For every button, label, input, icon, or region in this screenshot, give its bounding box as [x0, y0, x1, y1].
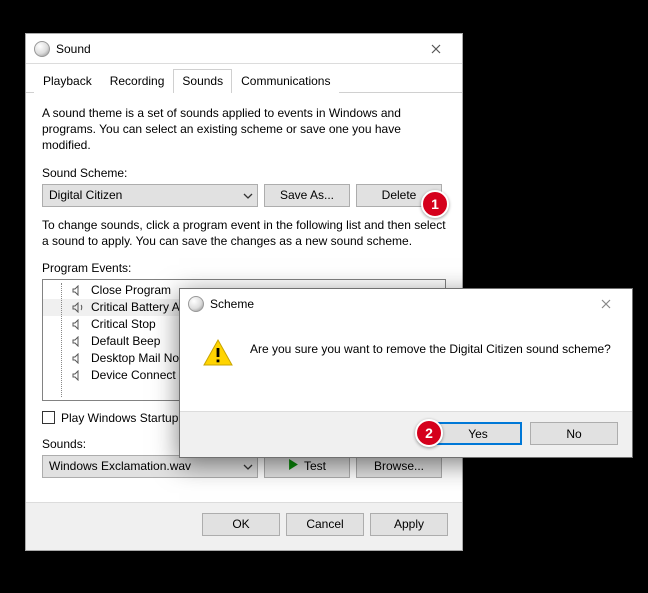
scheme-title: Scheme	[210, 297, 586, 311]
callout-badge-2: 2	[415, 419, 443, 447]
event-label: Desktop Mail No	[91, 351, 179, 365]
event-label: Device Connect	[91, 368, 176, 382]
yes-button[interactable]: Yes	[434, 422, 522, 445]
sound-title: Sound	[56, 42, 416, 56]
save-as-button[interactable]: Save As...	[264, 184, 350, 207]
sound-scheme-value: Digital Citizen	[49, 188, 122, 202]
speaker-icon	[71, 301, 85, 313]
callout-badge-1: 1	[421, 190, 449, 218]
theme-description: A sound theme is a set of sounds applied…	[42, 105, 446, 154]
speaker-icon	[71, 335, 85, 347]
speaker-icon	[71, 318, 85, 330]
tab-strip: Playback Recording Sounds Communications	[26, 64, 462, 93]
ok-button[interactable]: OK	[202, 513, 280, 536]
tab-playback[interactable]: Playback	[34, 69, 101, 93]
scheme-titlebar[interactable]: Scheme	[180, 289, 632, 319]
test-button[interactable]: Test	[264, 455, 350, 478]
browse-button[interactable]: Browse...	[356, 455, 442, 478]
speaker-icon	[71, 284, 85, 296]
sounds-dropdown[interactable]: Windows Exclamation.wav	[42, 455, 258, 478]
scheme-message: Are you sure you want to remove the Digi…	[250, 337, 611, 357]
event-label: Default Beep	[91, 334, 160, 348]
scheme-app-icon	[188, 296, 204, 312]
event-label: Critical Battery Al	[91, 300, 182, 314]
event-label: Close Program	[91, 283, 171, 297]
close-icon[interactable]	[416, 38, 456, 60]
apply-button[interactable]: Apply	[370, 513, 448, 536]
chevron-down-icon	[243, 459, 253, 473]
speaker-icon	[71, 369, 85, 381]
warning-icon	[202, 337, 234, 369]
tree-line	[61, 283, 62, 397]
scheme-label: Sound Scheme:	[42, 166, 446, 180]
event-label: Critical Stop	[91, 317, 156, 331]
program-events-label: Program Events:	[42, 261, 446, 275]
dialog-footer: OK Cancel Apply	[26, 502, 462, 550]
scheme-footer: Yes No	[180, 411, 632, 457]
tab-sounds[interactable]: Sounds	[173, 69, 232, 93]
tab-communications[interactable]: Communications	[232, 69, 339, 93]
play-startup-checkbox[interactable]	[42, 411, 55, 424]
tab-recording[interactable]: Recording	[101, 69, 174, 93]
no-button[interactable]: No	[530, 422, 618, 445]
scheme-dialog: Scheme Are you sure you want to remove t…	[179, 288, 633, 458]
chevron-down-icon	[243, 188, 253, 202]
speaker-icon	[71, 352, 85, 364]
change-description: To change sounds, click a program event …	[42, 217, 446, 249]
cancel-button[interactable]: Cancel	[286, 513, 364, 536]
test-label: Test	[304, 459, 326, 473]
play-startup-label: Play Windows Startup	[61, 411, 178, 425]
sounds-value: Windows Exclamation.wav	[49, 459, 191, 473]
sound-titlebar[interactable]: Sound	[26, 34, 462, 64]
sound-app-icon	[34, 41, 50, 57]
sound-scheme-dropdown[interactable]: Digital Citizen	[42, 184, 258, 207]
close-icon[interactable]	[586, 293, 626, 315]
play-icon	[288, 459, 299, 473]
